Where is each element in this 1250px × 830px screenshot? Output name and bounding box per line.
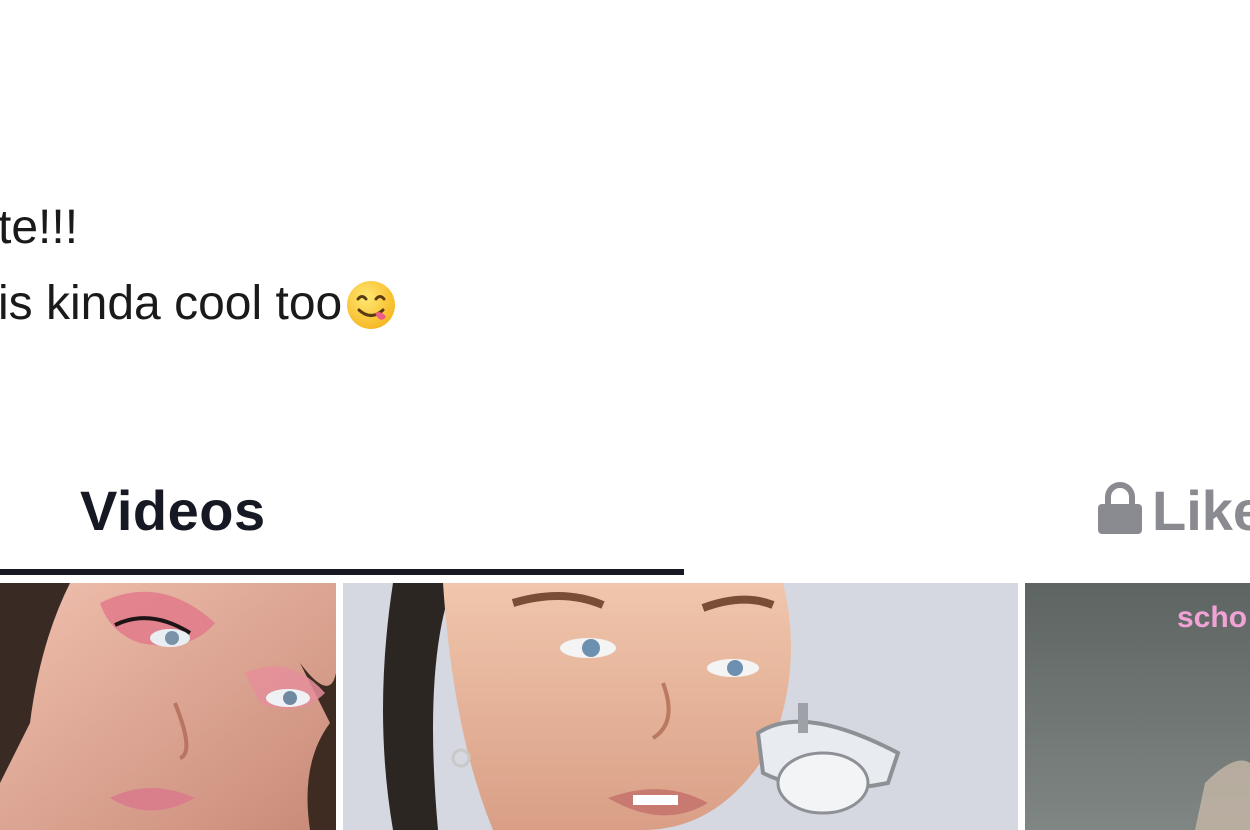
tab-liked[interactable]: Like [1096,460,1250,578]
video-thumbnail[interactable] [0,583,336,830]
profile-tabs: Videos Like [0,460,1250,578]
video-thumbnail[interactable]: scho [1025,583,1250,830]
video-thumbnail[interactable] [343,583,1018,830]
lock-icon [1096,482,1144,534]
active-tab-indicator [0,569,684,575]
face-savoring-food-icon [346,277,396,330]
tab-videos[interactable]: Videos [0,460,684,578]
video-grid: scho [0,583,1250,830]
bio-line-2-text: is kinda cool too [0,277,343,330]
tab-liked-label: Like [1152,479,1250,542]
bio-line-1: te!!! [0,201,79,254]
bio-line-2: is kinda cool too [0,266,396,342]
profile-bio: te!!! is kinda cool too [0,190,396,342]
tab-videos-label: Videos [80,479,266,542]
video-overlay-text: scho [1177,601,1248,634]
profile-page: te!!! is kinda cool too Videos Like scho [0,0,1250,830]
